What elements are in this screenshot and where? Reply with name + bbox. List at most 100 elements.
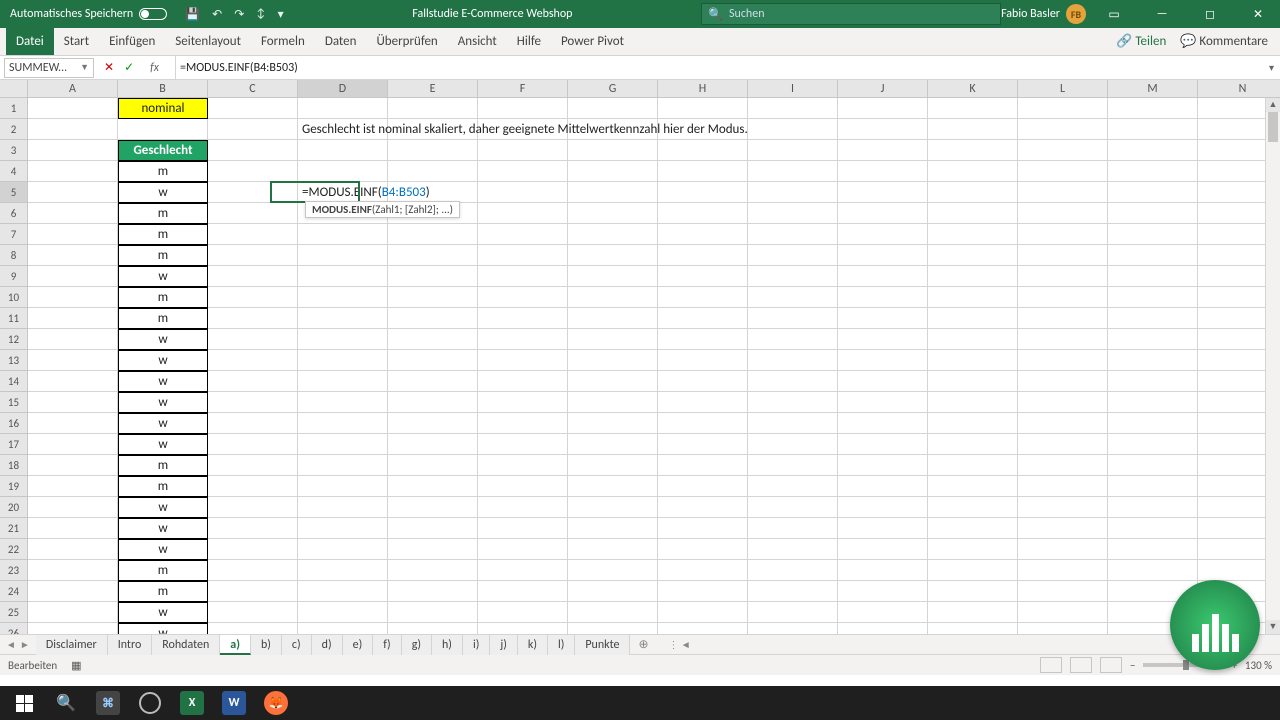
cell-F17[interactable] <box>478 434 568 455</box>
cell-G16[interactable] <box>568 413 658 434</box>
cell-H21[interactable] <box>658 518 748 539</box>
cell-K18[interactable] <box>928 455 1018 476</box>
cell-L18[interactable] <box>1018 455 1108 476</box>
row-header-11[interactable]: 11 <box>0 308 28 329</box>
cell-J15[interactable] <box>838 392 928 413</box>
cell-A13[interactable] <box>28 350 118 371</box>
cell-G24[interactable] <box>568 581 658 602</box>
cell-B15[interactable]: w <box>118 392 208 413</box>
cell-J8[interactable] <box>838 245 928 266</box>
cell-D13[interactable] <box>298 350 388 371</box>
tab-ueberpruefen[interactable]: Überprüfen <box>366 28 447 56</box>
cell-F10[interactable] <box>478 287 568 308</box>
cell-G22[interactable] <box>568 539 658 560</box>
cell-L1[interactable] <box>1018 98 1108 119</box>
cell-M8[interactable] <box>1108 245 1198 266</box>
cell-E17[interactable] <box>388 434 478 455</box>
cell-G8[interactable] <box>568 245 658 266</box>
cell-C10[interactable] <box>208 287 298 308</box>
row-header-21[interactable]: 21 <box>0 518 28 539</box>
cell-L19[interactable] <box>1018 476 1108 497</box>
cell-L9[interactable] <box>1018 266 1108 287</box>
sheet-tab-e[interactable]: e) <box>343 635 374 655</box>
cell-C5[interactable] <box>208 182 298 203</box>
row-header-17[interactable]: 17 <box>0 434 28 455</box>
cell-K14[interactable] <box>928 371 1018 392</box>
cell-A10[interactable] <box>28 287 118 308</box>
cell-E14[interactable] <box>388 371 478 392</box>
spreadsheet-grid[interactable]: ABCDEFGHIJKLMN 1234567891011121314151617… <box>0 80 1280 635</box>
cell-F3[interactable] <box>478 140 568 161</box>
sheet-tab-g[interactable]: g) <box>402 635 432 655</box>
cell-J1[interactable] <box>838 98 928 119</box>
formula-input[interactable]: =MODUS.EINF(B4:B503) <box>176 61 1263 75</box>
ribbon-mode-icon[interactable]: ▭ <box>1094 0 1134 28</box>
cell-C18[interactable] <box>208 455 298 476</box>
cell-C6[interactable] <box>208 203 298 224</box>
cell-K4[interactable] <box>928 161 1018 182</box>
cell-L15[interactable] <box>1018 392 1108 413</box>
tab-ansicht[interactable]: Ansicht <box>448 28 507 56</box>
cell-C15[interactable] <box>208 392 298 413</box>
touch-icon[interactable]: ↕ <box>256 7 265 21</box>
cell-H11[interactable] <box>658 308 748 329</box>
cell-I6[interactable] <box>748 203 838 224</box>
col-header-F[interactable]: F <box>478 80 568 98</box>
cell-D1[interactable] <box>298 98 388 119</box>
row-header-4[interactable]: 4 <box>0 161 28 182</box>
cell-K7[interactable] <box>928 224 1018 245</box>
cell-F26[interactable] <box>478 623 568 635</box>
cell-J14[interactable] <box>838 371 928 392</box>
view-break-icon[interactable] <box>1100 657 1122 673</box>
cell-G14[interactable] <box>568 371 658 392</box>
cell-J7[interactable] <box>838 224 928 245</box>
cell-F21[interactable] <box>478 518 568 539</box>
cell-D5[interactable]: =MODUS.EINF(B4:B503) <box>298 182 388 203</box>
cell-D26[interactable] <box>298 623 388 635</box>
cell-E1[interactable] <box>388 98 478 119</box>
col-header-K[interactable]: K <box>928 80 1018 98</box>
cell-E21[interactable] <box>388 518 478 539</box>
cell-J2[interactable] <box>838 119 928 140</box>
cell-H25[interactable] <box>658 602 748 623</box>
taskbar-app1[interactable]: ⌘ <box>88 686 128 720</box>
cell-L21[interactable] <box>1018 518 1108 539</box>
cell-B3[interactable]: Geschlecht <box>118 140 208 161</box>
col-header-J[interactable]: J <box>838 80 928 98</box>
cell-I9[interactable] <box>748 266 838 287</box>
cell-A23[interactable] <box>28 560 118 581</box>
cell-E26[interactable] <box>388 623 478 635</box>
cell-B1[interactable]: nominal <box>118 98 208 119</box>
cell-E10[interactable] <box>388 287 478 308</box>
cell-M12[interactable] <box>1108 329 1198 350</box>
cell-B24[interactable]: m <box>118 581 208 602</box>
cell-G4[interactable] <box>568 161 658 182</box>
sheet-tab-Intro[interactable]: Intro <box>108 635 153 655</box>
cell-C26[interactable] <box>208 623 298 635</box>
row-header-7[interactable]: 7 <box>0 224 28 245</box>
cell-A4[interactable] <box>28 161 118 182</box>
cell-E13[interactable] <box>388 350 478 371</box>
cell-F8[interactable] <box>478 245 568 266</box>
cell-B2[interactable] <box>118 119 208 140</box>
expand-formula-icon[interactable]: ▾ <box>1263 61 1280 74</box>
sheet-nav[interactable]: ◄► <box>0 638 36 651</box>
cell-B26[interactable]: w <box>118 623 208 635</box>
cell-G17[interactable] <box>568 434 658 455</box>
cell-D3[interactable] <box>298 140 388 161</box>
cell-H16[interactable] <box>658 413 748 434</box>
cell-D8[interactable] <box>298 245 388 266</box>
cell-B20[interactable]: w <box>118 497 208 518</box>
cell-D23[interactable] <box>298 560 388 581</box>
cell-I4[interactable] <box>748 161 838 182</box>
cell-I20[interactable] <box>748 497 838 518</box>
col-header-M[interactable]: M <box>1108 80 1198 98</box>
row-header-3[interactable]: 3 <box>0 140 28 161</box>
cell-J21[interactable] <box>838 518 928 539</box>
row-header-16[interactable]: 16 <box>0 413 28 434</box>
cell-L26[interactable] <box>1018 623 1108 635</box>
cell-G18[interactable] <box>568 455 658 476</box>
cell-E7[interactable] <box>388 224 478 245</box>
cell-D11[interactable] <box>298 308 388 329</box>
cell-F19[interactable] <box>478 476 568 497</box>
